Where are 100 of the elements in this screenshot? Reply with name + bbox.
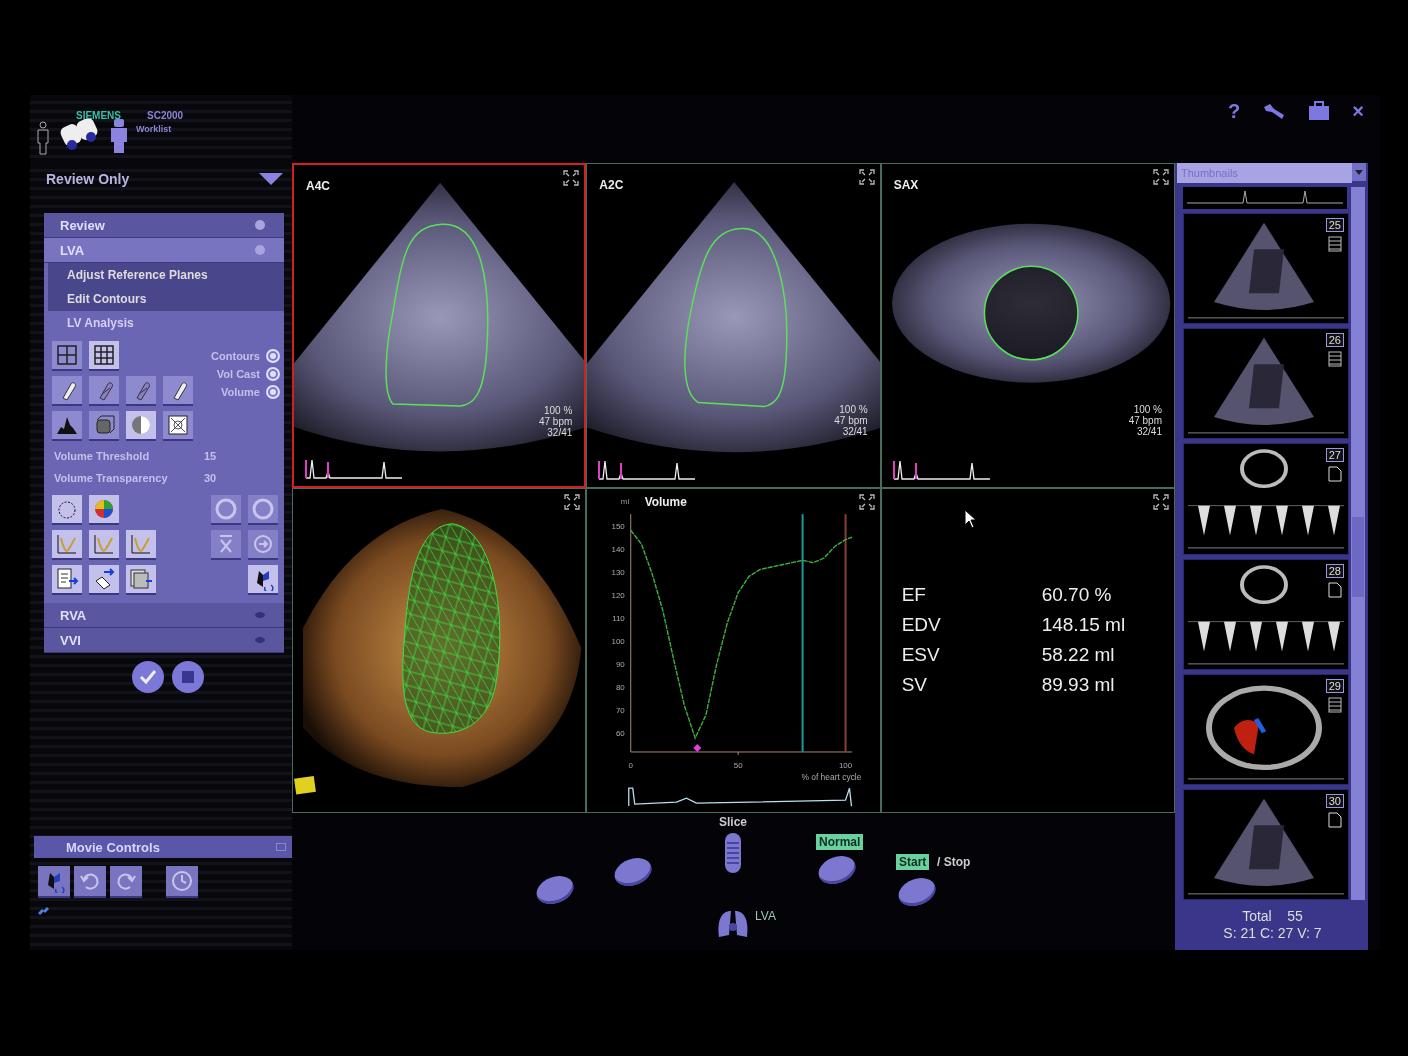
slice-label: Slice [719, 815, 748, 829]
x-tick-label: 100 [839, 761, 853, 771]
tool-button[interactable] [52, 376, 82, 406]
sphere-icon [129, 413, 153, 437]
dropdown-icon[interactable] [1352, 163, 1366, 181]
section-icon [254, 244, 266, 256]
view-readout: 100 % [839, 404, 868, 415]
confirm-button[interactable] [132, 661, 164, 693]
expand-icon[interactable] [858, 494, 875, 510]
result-value: 60.70 % [1041, 584, 1113, 606]
cycle-marker-line[interactable] [801, 513, 804, 753]
echo-view[interactable]: A4C 100 % 47 bpm 32/41 [292, 163, 587, 488]
thumbnail[interactable]: 30 [1183, 788, 1349, 900]
tool-button[interactable] [89, 341, 119, 371]
tool-button[interactable] [52, 411, 82, 441]
view-readout: 47 bpm [1128, 415, 1162, 426]
workflow-section[interactable]: VVI [44, 628, 284, 653]
view-readout: 47 bpm [834, 415, 868, 426]
tool-button[interactable] [52, 530, 82, 560]
x-axis-label: % of heart cycle [801, 772, 862, 783]
stop-label[interactable]: / Stop [937, 855, 971, 869]
mode-label: Review Only [46, 171, 130, 187]
link-icon[interactable] [38, 906, 50, 916]
thumbnail[interactable]: 28 [1183, 558, 1349, 670]
tool-button[interactable] [163, 376, 193, 406]
result-name: SV [901, 674, 928, 696]
view-readout: 100 % [543, 405, 573, 416]
workflow-step[interactable]: Edit Contours [48, 287, 284, 311]
help-button[interactable]: ? [1228, 101, 1241, 121]
thumbnail[interactable]: 27 [1183, 443, 1349, 555]
thumbnail[interactable]: 25 [1183, 213, 1349, 325]
color-wheel-icon [92, 497, 116, 521]
pattern-icon [166, 413, 190, 437]
echo-view[interactable]: SAX 100 % 47 bpm 32/41 [880, 163, 1175, 488]
tool-button[interactable] [52, 565, 82, 595]
person-icon[interactable] [110, 119, 128, 153]
movie-button[interactable] [166, 866, 198, 898]
movie-button[interactable] [110, 866, 142, 898]
tool-button[interactable] [248, 495, 278, 525]
workflow-step[interactable]: Adjust Reference Planes [48, 263, 284, 287]
expand-icon[interactable] [564, 494, 581, 510]
person-icon[interactable] [36, 121, 50, 155]
tool-button[interactable] [248, 565, 278, 595]
workflow-section[interactable]: Review [44, 213, 284, 238]
workflow-section[interactable]: RVA [44, 603, 284, 628]
scrollbar[interactable] [1351, 187, 1365, 900]
tool-button[interactable] [89, 565, 119, 595]
tool-button[interactable] [248, 530, 278, 560]
cycle-marker-line[interactable] [844, 513, 847, 753]
slice-wheel[interactable] [725, 833, 741, 873]
tool-button[interactable] [163, 411, 193, 441]
y-tick-label: 130 [611, 567, 626, 577]
parameter-label: Volume Threshold [54, 450, 151, 462]
parameter-value: 15 [204, 450, 218, 462]
wrench-icon[interactable] [1262, 101, 1287, 121]
tool-button[interactable] [211, 495, 241, 525]
echo-view[interactable]: A2C 100 % 47 bpm 32/41 [586, 163, 881, 488]
thumbnail-number: 26 [1325, 333, 1344, 348]
tool-button[interactable] [89, 495, 119, 525]
thumbnail-number: 28 [1325, 563, 1344, 578]
y-tick-label: 90 [616, 660, 626, 670]
y-tick-label: 100 [611, 637, 626, 647]
movie-button[interactable] [74, 866, 106, 898]
tool-button[interactable] [211, 530, 241, 560]
grid-icon [55, 343, 79, 367]
tool-button[interactable] [126, 565, 156, 595]
ring-icon [251, 497, 275, 521]
view-readout: 32/41 [842, 426, 868, 437]
tool-button[interactable] [89, 530, 119, 560]
movie-button[interactable] [38, 866, 70, 898]
briefcase-icon[interactable] [1308, 101, 1331, 121]
dropdown-icon[interactable] [258, 172, 284, 186]
result-value: 58.22 ml [1041, 644, 1116, 666]
view-readout: 32/41 [1136, 426, 1162, 437]
stop-button[interactable] [172, 661, 204, 693]
thumbnail[interactable]: 29 [1183, 673, 1349, 785]
expand-icon[interactable] [563, 170, 580, 186]
result-name: EDV [901, 614, 942, 636]
view-label: A2C [599, 178, 624, 192]
worklist-link[interactable]: Worklist [136, 124, 184, 134]
start-badge[interactable]: Start [896, 854, 930, 870]
total-count: 55 [1287, 908, 1303, 924]
expand-icon[interactable] [1153, 169, 1169, 185]
expand-icon[interactable] [1153, 494, 1169, 510]
chart-title: Volume [645, 494, 688, 509]
result-name: ESV [901, 644, 941, 666]
tool-button[interactable] [52, 495, 82, 525]
frames-icon [129, 567, 153, 591]
close-button[interactable]: × [1352, 101, 1364, 121]
y-tick-label: 140 [611, 544, 626, 554]
workflow-section[interactable]: LVA [44, 238, 284, 263]
tool-button[interactable] [126, 411, 156, 441]
tool-button[interactable] [126, 530, 156, 560]
thumbnail[interactable]: 26 [1183, 328, 1349, 440]
stop-icon [182, 671, 194, 683]
expand-icon[interactable] [858, 169, 875, 185]
y-tick-label: 120 [611, 590, 626, 600]
view-readout: 100 % [1133, 404, 1162, 415]
thumbnail-number: 30 [1325, 793, 1344, 808]
thumbnail-number: 27 [1325, 448, 1344, 463]
